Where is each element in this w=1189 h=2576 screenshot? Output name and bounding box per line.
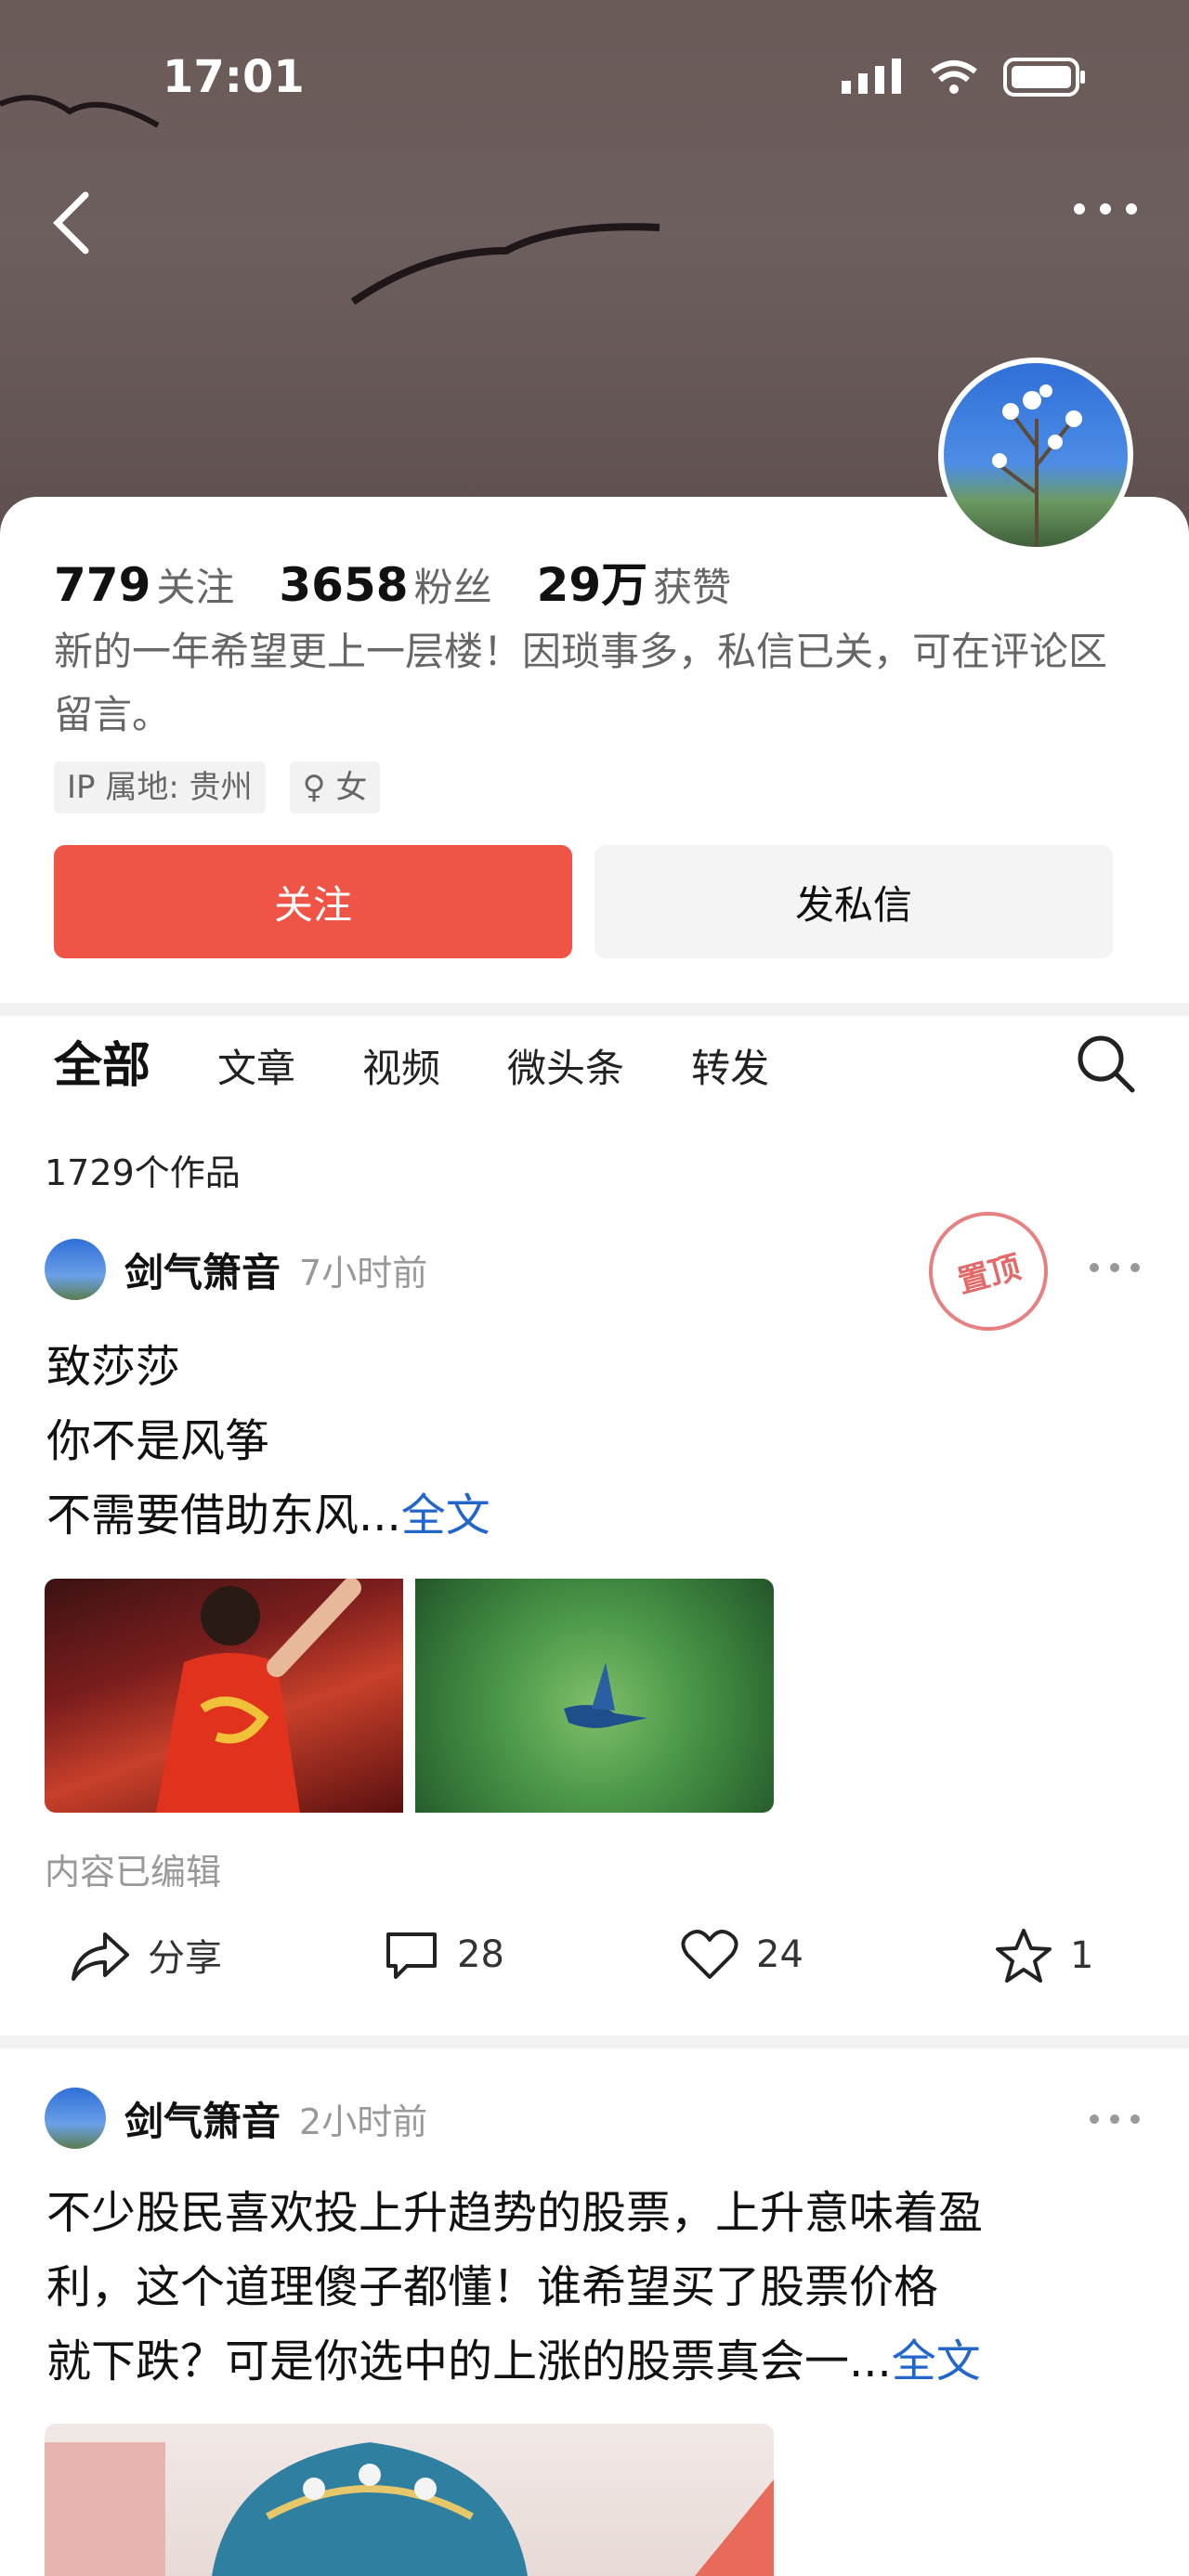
post-image-athlete[interactable] (45, 1579, 403, 1813)
post-time: 7小时前 (299, 1252, 428, 1294)
share-label: 分享 (148, 1937, 222, 1980)
more-options-button[interactable] (1068, 190, 1143, 228)
stat-followers-label: 粉丝 (413, 565, 492, 610)
favorite-count: 1 (1070, 1934, 1094, 1977)
more-dots-icon (1090, 1263, 1140, 1272)
stat-likes-value: 29万 (536, 558, 648, 612)
post-time: 2小时前 (299, 2101, 428, 2142)
section-divider (0, 1003, 1189, 1016)
status-icons (840, 58, 1087, 97)
edited-note: 内容已编辑 (45, 1852, 222, 1893)
wifi-icon (931, 60, 977, 94)
post-image-bird[interactable] (415, 1579, 774, 1813)
ip-location-tag: IP 属地: 贵州 (54, 761, 266, 813)
tab-micro-posts[interactable]: 微头条 (507, 1037, 624, 1094)
tab-videos[interactable]: 视频 (362, 1037, 440, 1094)
stat-likes-label: 获赞 (653, 565, 732, 610)
bird-in-rain-photo (564, 1662, 647, 1728)
profile-stats: 779 关注 3658 粉丝 29万 获赞 (54, 548, 731, 615)
more-dots-icon (1074, 203, 1137, 215)
post-author-name[interactable]: 剑气箫音 (124, 2090, 281, 2147)
star-icon (996, 1929, 1052, 1983)
post-header: 剑气箫音 7小时前 (45, 1239, 427, 1300)
comment-button[interactable]: 28 (383, 1927, 504, 1983)
post-more-button[interactable] (1087, 1258, 1143, 1277)
stat-following-value: 779 (54, 558, 151, 612)
post-text-line: 你不是风筝 (46, 1415, 270, 1467)
gender-tag: ♀ 女 (289, 761, 381, 813)
works-count: 1729个作品 (45, 1152, 241, 1193)
stat-followers-value: 3658 (279, 558, 409, 612)
post-text[interactable]: 不少股民喜欢投上升趋势的股票，上升意味着盈 利，这个道理傻子都懂！谁希望买了股票… (46, 2176, 1161, 2399)
stat-likes[interactable]: 29万 获赞 (537, 548, 732, 615)
post-text-line: 利，这个道理傻子都懂！谁希望买了股票价格 (46, 2261, 939, 2313)
tab-all[interactable]: 全部 (54, 1026, 150, 1096)
read-more-link[interactable]: 全文 (401, 1490, 490, 1542)
send-message-button[interactable]: 发私信 (594, 845, 1113, 958)
post-image-opera-mask[interactable] (45, 2424, 774, 2576)
more-dots-icon (1090, 2114, 1140, 2124)
like-button[interactable]: 24 (680, 1927, 804, 1983)
post-text[interactable]: 致莎莎 你不是风筝 不需要借助东风...全文 (46, 1330, 1133, 1553)
content-tabs: 全部 文章 视频 微头条 转发 (54, 1026, 769, 1096)
signal-icon (842, 59, 901, 94)
stat-following-label: 关注 (156, 565, 235, 610)
status-time: 17:01 (163, 51, 305, 103)
search-icon (1078, 1035, 1135, 1093)
read-more-link[interactable]: 全文 (892, 2335, 981, 2387)
like-count: 24 (756, 1933, 804, 1976)
tab-reposts[interactable]: 转发 (691, 1037, 769, 1094)
post-actions: 分享 28 24 1 (0, 1927, 1189, 2001)
post-author-avatar[interactable] (45, 1239, 106, 1300)
post-more-button[interactable] (1087, 2110, 1143, 2128)
share-icon (72, 1932, 129, 1981)
chevron-left-icon (53, 191, 89, 254)
post-text-line: 就下跌？可是你选中的上涨的股票真会一... (46, 2335, 892, 2387)
post-divider (0, 2036, 1189, 2049)
opera-mask-photo (45, 2442, 774, 2576)
athlete-photo (156, 1579, 361, 1813)
follow-button[interactable]: 关注 (54, 845, 572, 958)
heart-icon (681, 1930, 738, 1979)
tab-articles[interactable]: 文章 (217, 1037, 295, 1094)
profile-tags: IP 属地: 贵州 ♀ 女 (54, 761, 381, 813)
comment-count: 28 (457, 1933, 504, 1976)
search-button[interactable] (1073, 1031, 1138, 1096)
post-author-name[interactable]: 剑气箫音 (124, 1242, 281, 1298)
profile-avatar[interactable] (938, 358, 1133, 553)
post-text-line: 致莎莎 (46, 1341, 181, 1393)
profile-bio: 新的一年希望更上一层楼！因琐事多，私信已关，可在评论区留言。 (54, 629, 1108, 737)
comment-icon (386, 1932, 437, 1979)
post-header: 剑气箫音 2小时前 (45, 2088, 427, 2149)
stat-following[interactable]: 779 关注 (54, 556, 234, 613)
avatar-tree-picture (992, 384, 1082, 547)
post-text-line: 不少股民喜欢投上升趋势的股票，上升意味着盈 (46, 2187, 984, 2239)
post-text-line: 不需要借助东风... (46, 1490, 401, 1542)
back-button[interactable] (46, 186, 102, 260)
favorite-button[interactable]: 1 (994, 1927, 1093, 1984)
pinned-badge: 置顶 (915, 1198, 1062, 1345)
stat-followers[interactable]: 3658 粉丝 (279, 556, 491, 613)
post-author-avatar[interactable] (45, 2088, 106, 2149)
battery-icon (1003, 58, 1085, 97)
share-button[interactable]: 分享 (70, 1927, 222, 1983)
